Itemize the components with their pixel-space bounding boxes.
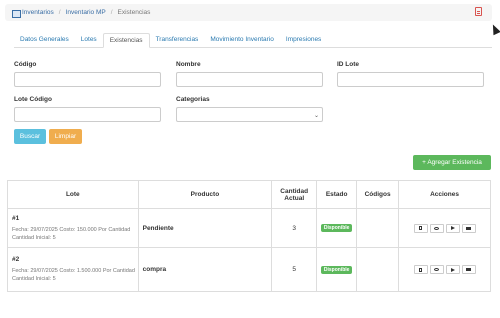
status-badge: Disponible (320, 265, 353, 274)
lote-id: #2 (12, 256, 20, 263)
acciones-cell (398, 247, 491, 292)
lote-codigo-label: Lote Código (14, 96, 52, 103)
categorias-select[interactable]: ⌄ (176, 107, 323, 122)
table-row: #1 Fecha: 29/07/2025 Costo: 150.000 Por … (7, 208, 491, 248)
inventory-icon (12, 9, 21, 18)
nombre-input[interactable] (176, 72, 323, 87)
agregar-existencia-button[interactable]: + Agregar Existencia (413, 155, 491, 170)
id-lote-label: ID Lote (337, 61, 360, 68)
estado-cell: Disponible (316, 247, 358, 292)
megaphone-icon (450, 267, 455, 272)
delete-button[interactable] (413, 265, 428, 274)
codigos-cell (356, 208, 400, 248)
trash-icon (419, 267, 423, 272)
breadcrumb-separator: / (110, 9, 113, 16)
print-button[interactable] (461, 223, 476, 233)
lote-codigo-input[interactable] (14, 107, 161, 122)
acciones-cell (398, 208, 491, 248)
breadcrumb-separator: / (58, 9, 61, 16)
tab-datos-generales[interactable]: Datos Generales (14, 33, 75, 48)
breadcrumb-inventarios[interactable]: Inventarios (22, 9, 54, 16)
lote-fecha-costo: Fecha: 29/07/2025 Costo: 150.000 Por Can… (12, 226, 131, 233)
tab-bar: Datos Generales Lotes Existencias Transf… (14, 33, 492, 48)
tab-existencias[interactable]: Existencias (102, 33, 150, 48)
producto-cell: compra (137, 247, 273, 292)
header-producto: Producto (137, 180, 273, 209)
print-icon (466, 226, 472, 230)
megaphone-icon (450, 226, 455, 230)
trash-icon (419, 226, 423, 230)
limpiar-button[interactable]: Limpiar (49, 129, 82, 144)
lote-cantidad-inicial: Cantidad Inicial: 5 (12, 276, 56, 282)
pdf-icon[interactable] (475, 7, 482, 16)
print-icon (466, 268, 472, 271)
lote-cell: #2 Fecha: 29/07/2025 Costo: 1.500.000 Po… (7, 247, 139, 292)
lote-cantidad-inicial: Cantidad Inicial: 5 (12, 234, 56, 241)
lote-id: #1 (12, 214, 20, 222)
tab-movimiento-inventario[interactable]: Movimiento Inventario (204, 33, 280, 48)
status-badge: Disponible (320, 224, 353, 232)
lote-cell: #1 Fecha: 29/07/2025 Costo: 150.000 Por … (7, 208, 139, 248)
codigo-input[interactable] (14, 72, 161, 87)
eye-icon (434, 268, 440, 271)
breadcrumb-inventario-mp[interactable]: Inventario MP (66, 9, 106, 16)
existencias-table: Lote Producto Cantidad Actual Estado Cód… (7, 180, 491, 292)
announce-button[interactable] (445, 265, 460, 274)
codigos-cell (356, 247, 400, 292)
lote-fecha-costo: Fecha: 29/07/2025 Costo: 1.500.000 Por C… (12, 268, 135, 274)
tab-lotes[interactable]: Lotes (75, 33, 103, 48)
buscar-button[interactable]: Buscar (14, 129, 46, 144)
eye-icon (434, 226, 440, 230)
id-lote-input[interactable] (337, 72, 484, 87)
header-lote: Lote (7, 180, 139, 209)
view-button[interactable] (429, 265, 444, 274)
print-button[interactable] (461, 265, 476, 274)
table-row: #2 Fecha: 29/07/2025 Costo: 1.500.000 Po… (7, 247, 491, 292)
delete-button[interactable] (413, 223, 428, 233)
tab-impresiones[interactable]: Impresiones (280, 33, 327, 48)
codigo-label: Código (14, 61, 37, 68)
producto-cell: Pendiente (137, 208, 273, 248)
view-button[interactable] (429, 223, 444, 233)
header-cantidad: Cantidad Actual (271, 180, 318, 209)
estado-cell: Disponible (316, 208, 358, 248)
header-estado: Estado (316, 180, 358, 209)
header-codigos: Códigos (356, 180, 400, 209)
tab-transferencias[interactable]: Transferencias (150, 33, 205, 48)
chevron-down-icon: ⌄ (313, 113, 319, 119)
breadcrumb-current: Existencias (117, 9, 151, 16)
categorias-label: Categorias (176, 96, 210, 103)
announce-button[interactable] (445, 223, 460, 233)
nombre-label: Nombre (176, 61, 201, 68)
breadcrumb: Inventarios / Inventario MP / Existencia… (5, 4, 492, 21)
cantidad-cell: 5 (271, 247, 318, 292)
cantidad-cell: 3 (271, 208, 318, 248)
header-acciones: Acciones (398, 180, 491, 209)
